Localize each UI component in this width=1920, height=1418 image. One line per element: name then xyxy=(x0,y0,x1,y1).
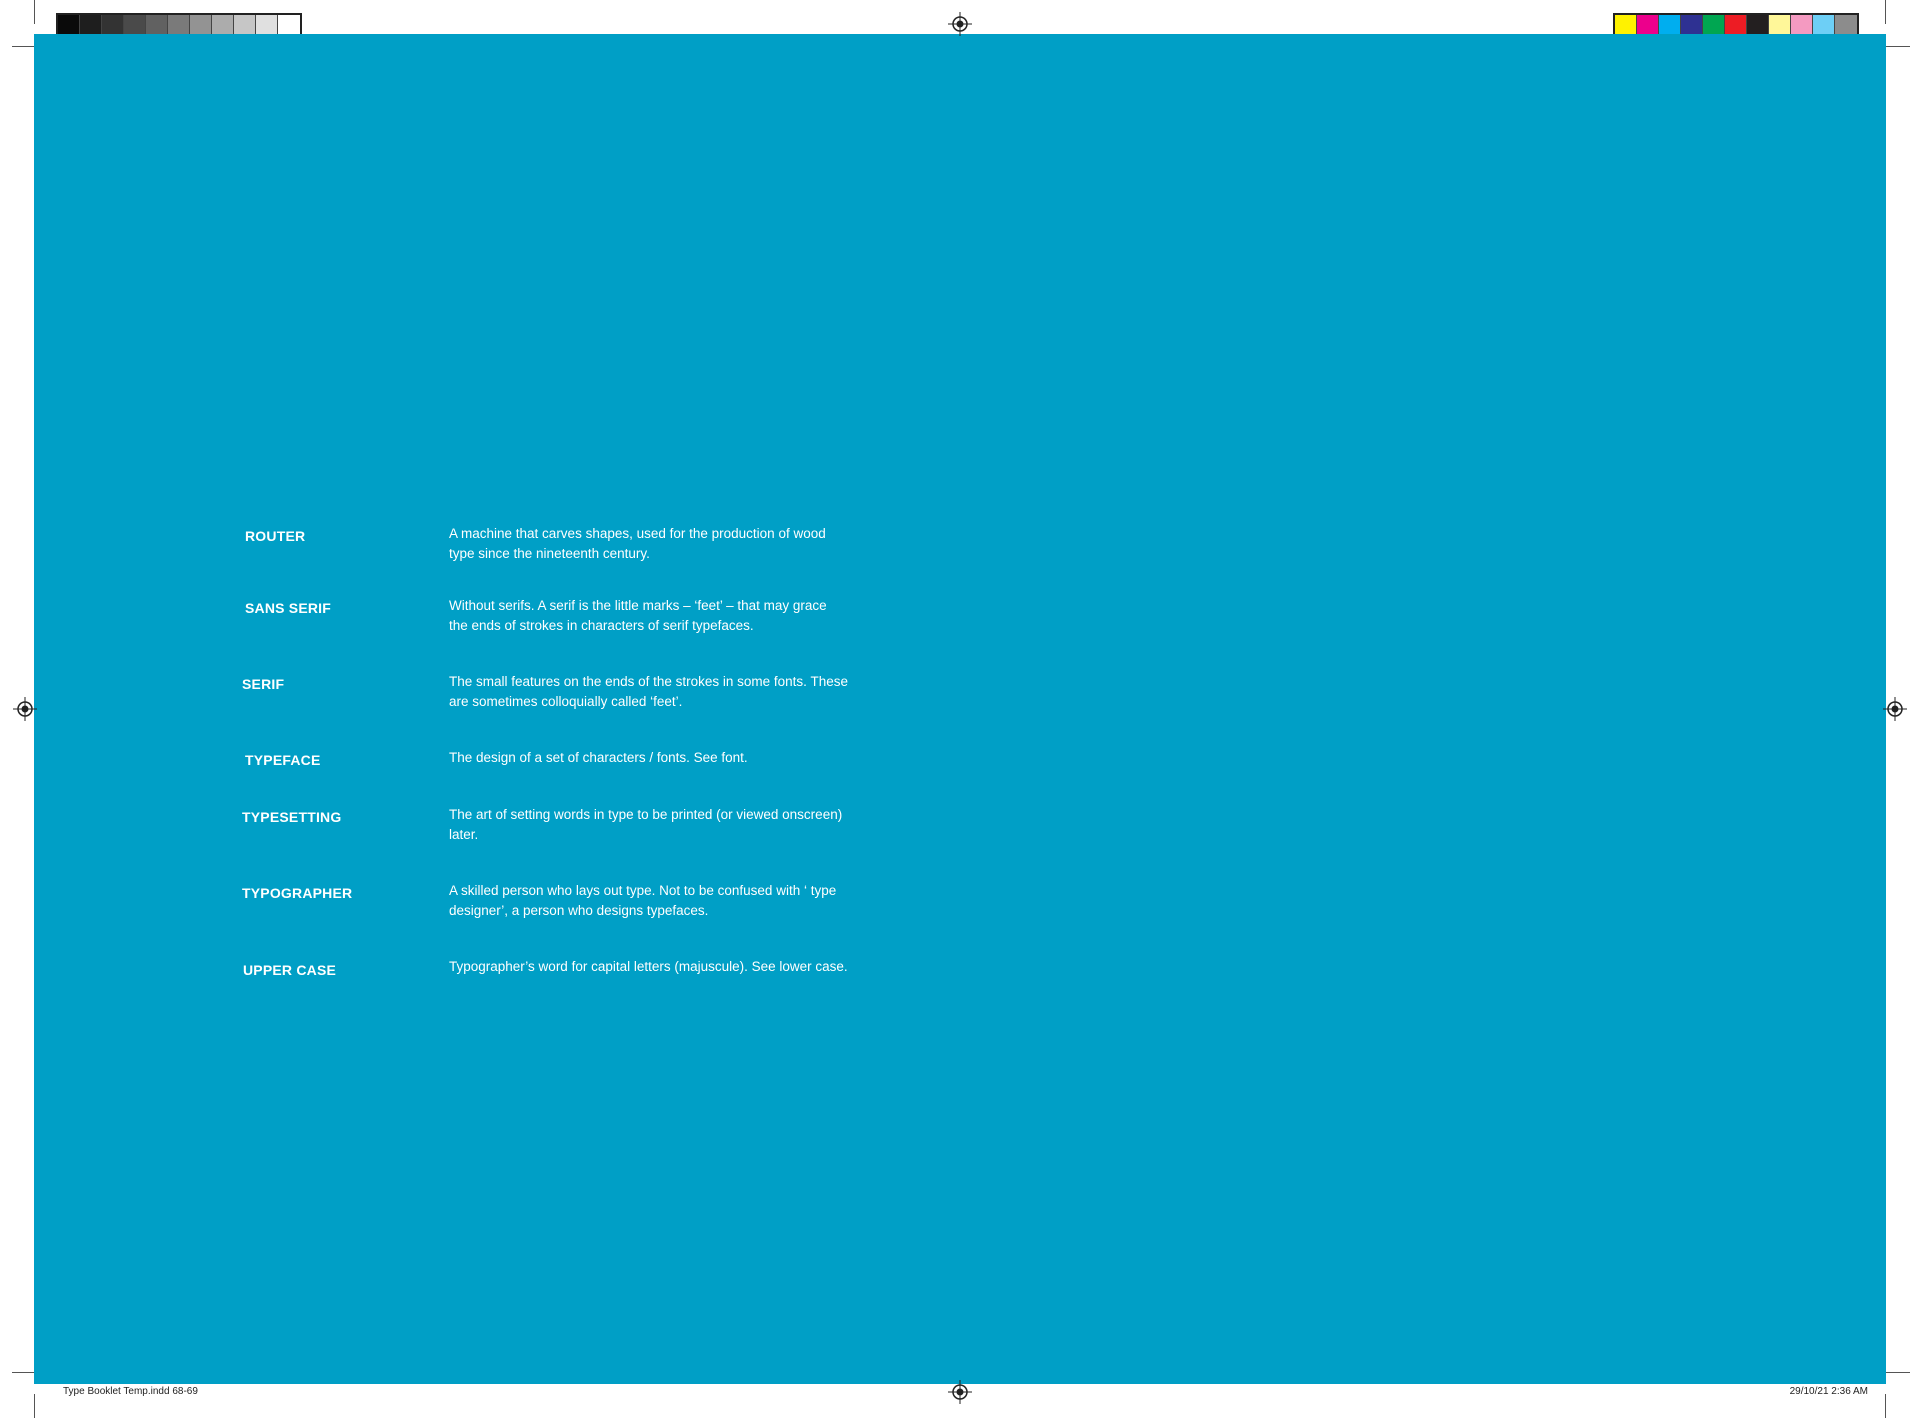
crop-mark-top-left-h xyxy=(12,46,36,47)
glossary-definition: The design of a set of characters / font… xyxy=(449,750,748,765)
gray-swatch xyxy=(212,15,234,35)
color-swatch xyxy=(1813,15,1835,35)
color-swatch xyxy=(1747,15,1769,35)
glossary-term: TYPOGRAPHER xyxy=(242,885,353,901)
color-swatch xyxy=(1769,15,1791,35)
glossary-definition: A machine that carves shapes, used for t… xyxy=(449,526,826,561)
color-swatch xyxy=(1681,15,1703,35)
glossary-term: ROUTER xyxy=(245,528,306,544)
gray-swatch xyxy=(168,15,190,35)
crop-mark-top-left-v xyxy=(34,0,35,24)
crop-mark-top-right-h xyxy=(1886,46,1910,47)
gray-swatch xyxy=(146,15,168,35)
color-swatch xyxy=(1791,15,1813,35)
glossary-entry: TYPOGRAPHER A skilled person who lays ou… xyxy=(236,881,856,957)
slug-datetime: 29/10/21 2:36 AM xyxy=(1789,1386,1868,1397)
color-swatch xyxy=(1703,15,1725,35)
registration-mark-top-icon xyxy=(948,12,972,36)
glossary-definition: Typographer’s word for capital letters (… xyxy=(449,959,848,974)
crop-mark-bottom-right-v xyxy=(1885,1394,1886,1418)
glossary-term: UPPER CASE xyxy=(243,962,337,978)
crop-mark-bottom-left-v xyxy=(34,1394,35,1418)
glossary-entry: SERIF The small features on the ends of … xyxy=(236,672,856,748)
glossary-term: SANS SERIF xyxy=(245,600,332,616)
crop-mark-bottom-left-h xyxy=(12,1372,36,1373)
registration-mark-bottom-icon xyxy=(948,1380,972,1404)
glossary-list: ROUTER A machine that carves shapes, use… xyxy=(236,524,856,1017)
glossary-definition: Without serifs. A serif is the little ma… xyxy=(449,598,827,633)
gray-swatch xyxy=(102,15,124,35)
gray-swatch xyxy=(124,15,146,35)
gray-swatch xyxy=(80,15,102,35)
registration-mark-right-icon xyxy=(1883,697,1907,721)
gray-swatch xyxy=(278,15,300,35)
glossary-entry: SANS SERIF Without serifs. A serif is th… xyxy=(236,596,856,672)
glossary-entry: TYPEFACE The design of a set of characte… xyxy=(236,748,856,805)
gray-swatch xyxy=(190,15,212,35)
gray-swatch xyxy=(256,15,278,35)
color-swatch xyxy=(1615,15,1637,35)
glossary-definition: A skilled person who lays out type. Not … xyxy=(449,883,837,918)
color-swatch xyxy=(1659,15,1681,35)
crop-mark-bottom-right-h xyxy=(1886,1372,1910,1373)
crop-mark-top-right-v xyxy=(1885,0,1886,24)
color-swatch xyxy=(1725,15,1747,35)
color-swatch xyxy=(1637,15,1659,35)
color-swatch xyxy=(1835,15,1857,35)
gray-swatch xyxy=(58,15,80,35)
glossary-entry: TYPESETTING The art of setting words in … xyxy=(236,805,856,881)
glossary-term: TYPEFACE xyxy=(245,752,321,768)
slug-file-info: Type Booklet Temp.indd 68-69 xyxy=(63,1386,198,1397)
print-spread: ROUTER A machine that carves shapes, use… xyxy=(0,0,1920,1418)
glossary-definition: The art of setting words in type to be p… xyxy=(449,807,843,842)
registration-mark-left-icon xyxy=(13,697,37,721)
glossary-entry: UPPER CASE Typographer’s word for capita… xyxy=(236,957,856,1017)
glossary-term: TYPESETTING xyxy=(242,809,342,825)
gray-swatch xyxy=(234,15,256,35)
glossary-entry: ROUTER A machine that carves shapes, use… xyxy=(236,524,856,596)
glossary-term: SERIF xyxy=(242,676,285,692)
glossary-definition: The small features on the ends of the st… xyxy=(449,674,848,709)
